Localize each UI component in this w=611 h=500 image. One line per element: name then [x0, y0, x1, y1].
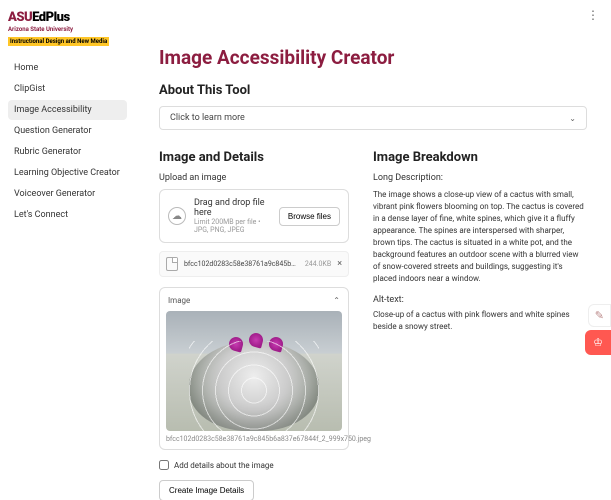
crown-icon: ♔ — [593, 336, 603, 349]
alt-text-value: Close-up of a cactus with pink flowers a… — [373, 309, 587, 333]
create-image-details-button[interactable]: Create Image Details — [159, 480, 254, 500]
sidebar: ASUEdPlus Arizona State University Instr… — [0, 0, 135, 500]
accordion-label: Click to learn more — [170, 113, 245, 123]
add-details-checkbox-row[interactable]: Add details about the image — [159, 460, 349, 470]
about-heading: About This Tool — [159, 83, 587, 98]
chevron-down-icon: ⌄ — [569, 114, 576, 123]
nav-image-accessibility[interactable]: Image Accessibility — [8, 100, 127, 120]
cloud-upload-icon: ☁ — [168, 207, 186, 225]
nav-list: Home ClipGist Image Accessibility Questi… — [8, 58, 127, 225]
file-size: 244.0KB — [305, 260, 331, 268]
image-details-heading: Image and Details — [159, 150, 349, 165]
logo: ASUEdPlus Arizona State University Instr… — [8, 10, 127, 46]
crown-badge[interactable]: ♔ — [585, 330, 611, 355]
nav-lets-connect[interactable]: Let's Connect — [8, 205, 127, 225]
long-description-text: The image shows a close-up view of a cac… — [373, 189, 587, 285]
preview-label: Image — [168, 296, 190, 305]
breakdown-heading: Image Breakdown — [373, 150, 587, 165]
checkbox-label: Add details about the image — [174, 461, 274, 470]
collapse-icon[interactable]: ⌃ — [333, 296, 340, 305]
upload-dropzone[interactable]: ☁ Drag and drop file here Limit 200MB pe… — [159, 189, 349, 243]
nav-voiceover-generator[interactable]: Voiceover Generator — [8, 184, 127, 204]
image-preview-card: Image ⌃ bfcc102d0283c58e38761a9c845b6a83… — [159, 287, 349, 450]
browse-files-button[interactable]: Browse files — [279, 207, 340, 226]
dropzone-sub-text: Limit 200MB per file • JPG, PNG, JPEG — [194, 218, 271, 234]
preview-image — [166, 311, 342, 431]
logo-brand-edplus: EdPlus — [32, 10, 70, 25]
alt-text-label: Alt-text: — [373, 295, 587, 305]
pencil-icon: ✎ — [595, 309, 604, 322]
menu-icon[interactable]: ⋮ — [587, 8, 599, 22]
nav-home[interactable]: Home — [8, 58, 127, 78]
nav-question-generator[interactable]: Question Generator — [8, 121, 127, 141]
dropzone-main-text: Drag and drop file here — [194, 198, 271, 218]
topbar: ⋮ — [587, 8, 599, 22]
edit-badge[interactable]: ✎ — [588, 304, 611, 327]
preview-filename: bfcc102d0283c58e38761a9c845b6a837e67844f… — [166, 435, 342, 443]
file-name: bfcc102d0283c58e38761a9c845b0a837e... — [184, 260, 299, 268]
about-accordion[interactable]: Click to learn more ⌄ — [159, 106, 587, 130]
uploaded-file-row: bfcc102d0283c58e38761a9c845b0a837e... 24… — [159, 251, 349, 277]
logo-subtitle: Arizona State University — [8, 26, 127, 33]
nav-learning-objective[interactable]: Learning Objective Creator — [8, 163, 127, 183]
image-details-column: Image and Details Upload an image ☁ Drag… — [159, 150, 349, 500]
nav-clipgist[interactable]: ClipGist — [8, 79, 127, 99]
breakdown-column: Image Breakdown Long Description: The im… — [373, 150, 587, 500]
main-content: ⋮ Image Accessibility Creator About This… — [135, 0, 611, 500]
remove-file-button[interactable]: × — [337, 259, 342, 269]
file-icon — [166, 257, 178, 271]
logo-tagline: Instructional Design and New Media — [8, 37, 109, 46]
nav-rubric-generator[interactable]: Rubric Generator — [8, 142, 127, 162]
logo-brand-asu: ASU — [8, 10, 32, 25]
upload-label: Upload an image — [159, 173, 349, 183]
add-details-checkbox[interactable] — [159, 460, 169, 470]
long-description-label: Long Description: — [373, 173, 587, 183]
page-title: Image Accessibility Creator — [159, 46, 587, 69]
